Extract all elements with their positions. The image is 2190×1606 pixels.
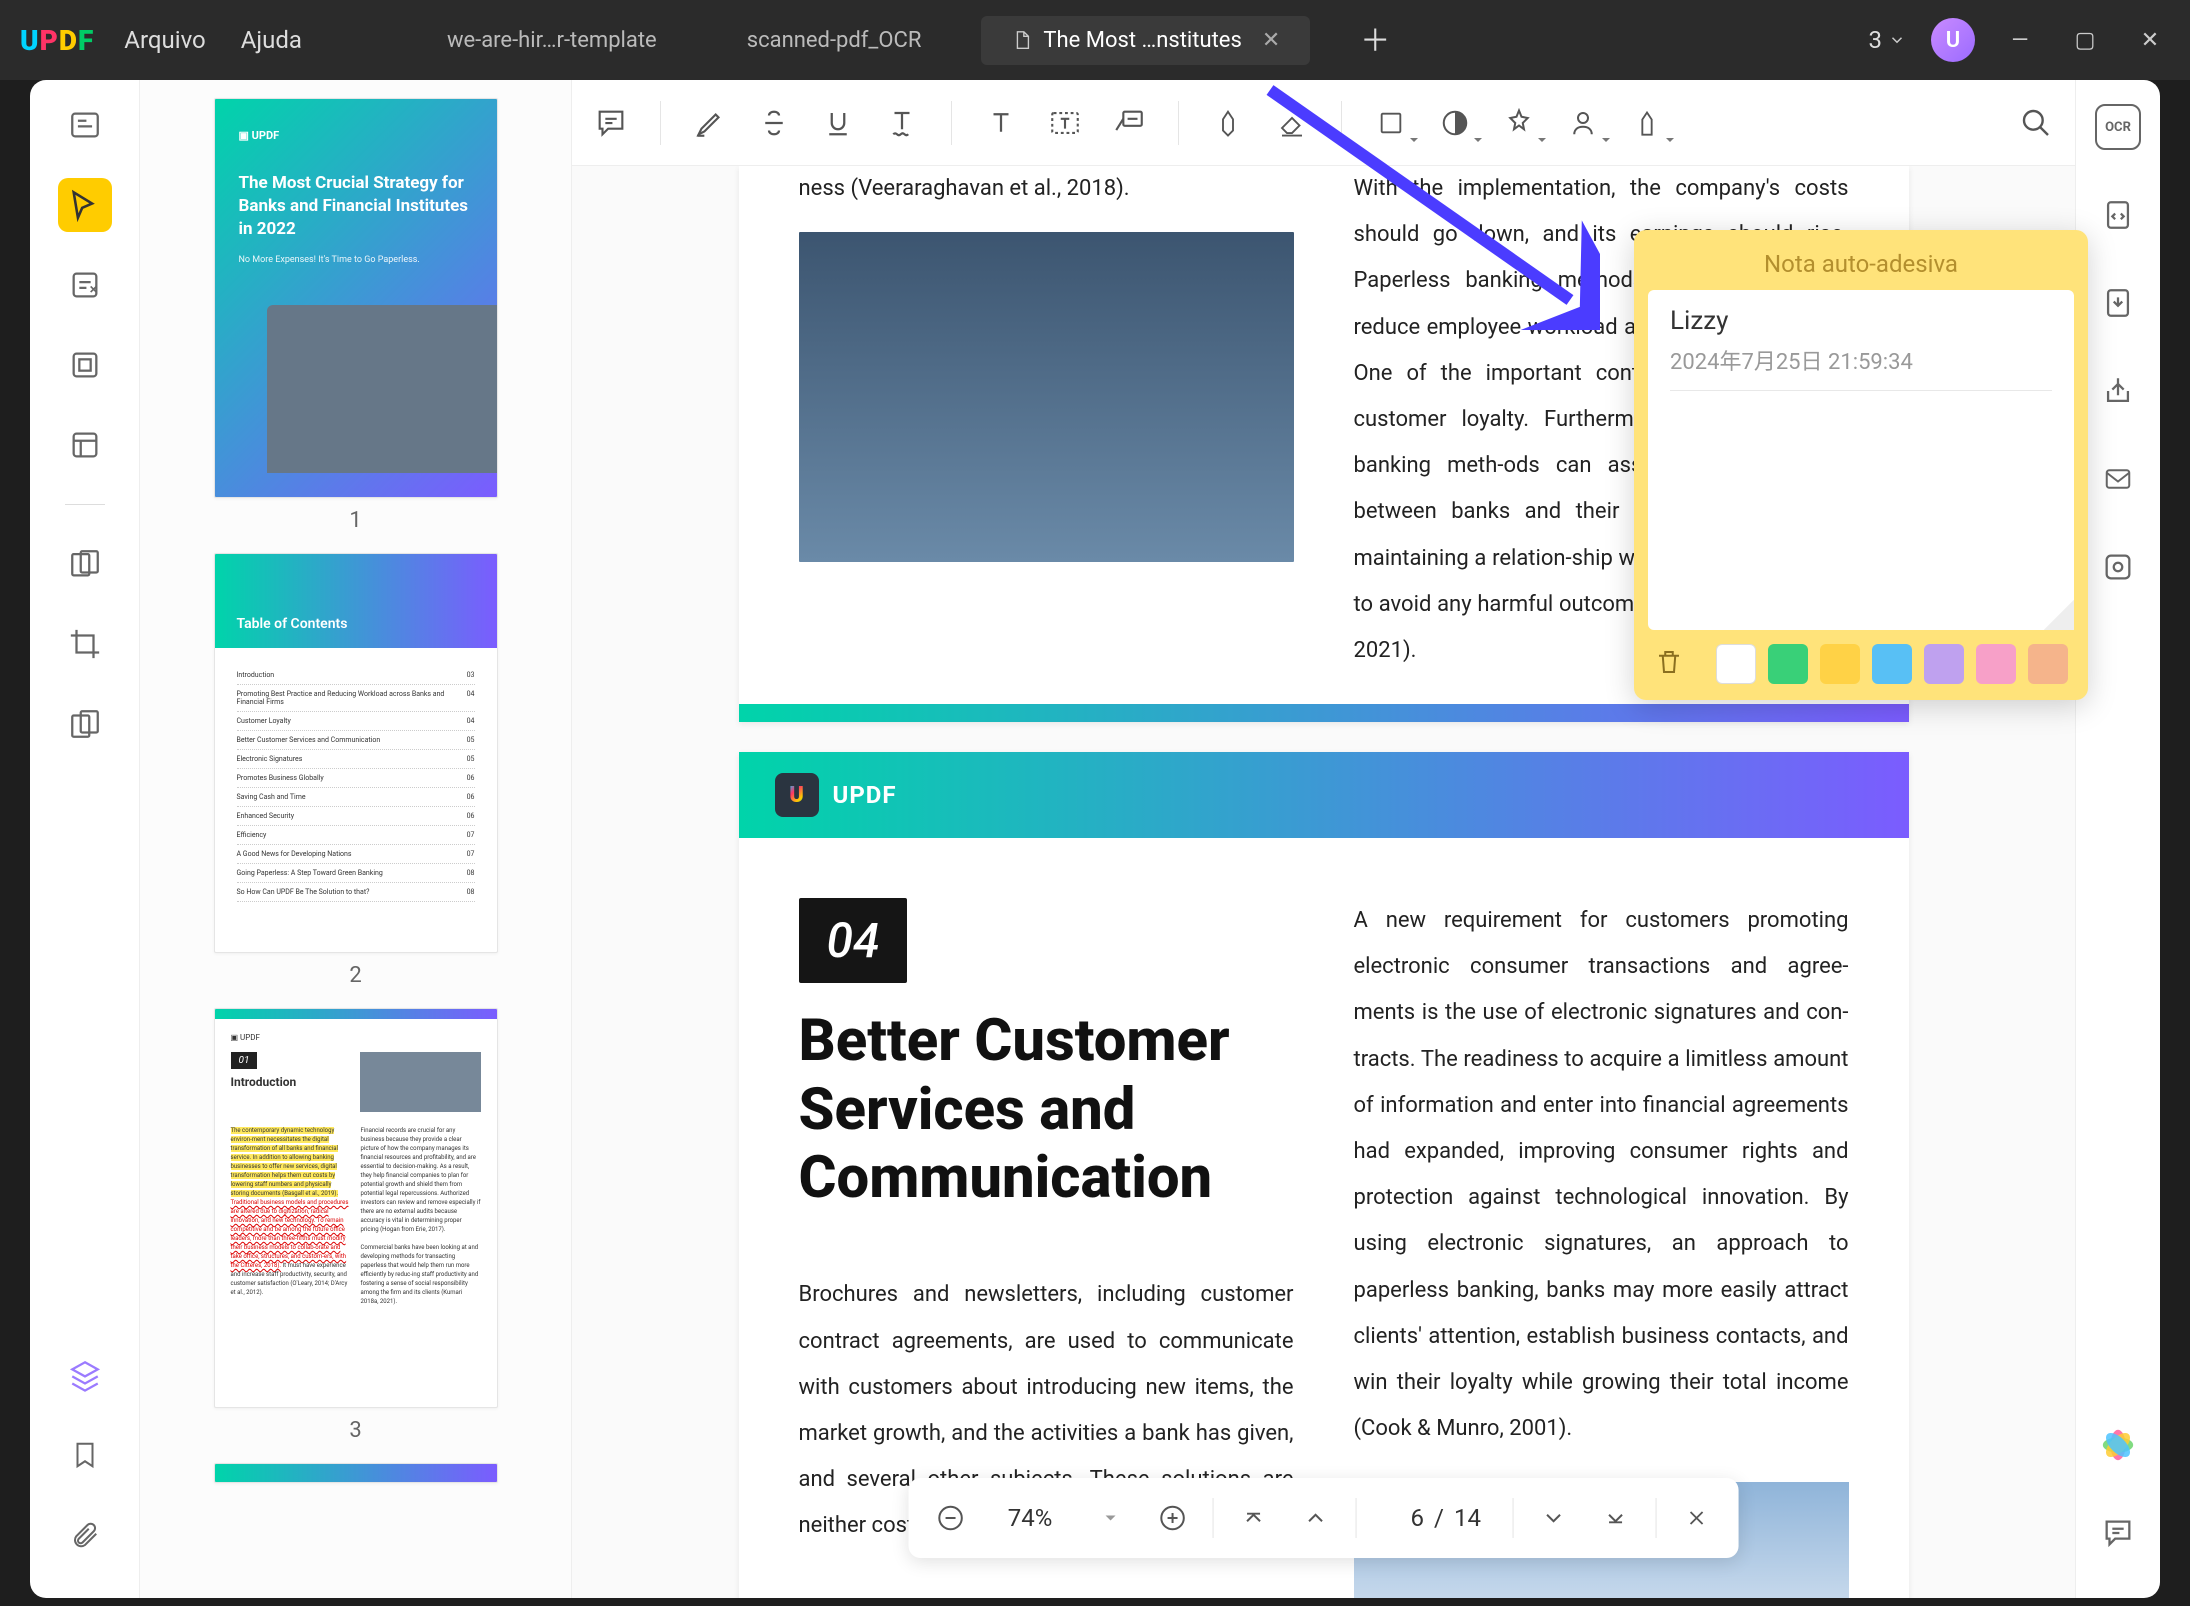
thumb-page-2[interactable]: Table of Contents Introduction03 Promoti…	[214, 553, 498, 953]
more-tool-icon[interactable]	[1618, 94, 1676, 152]
save-as-icon[interactable]	[2091, 276, 2145, 330]
note-tool-icon[interactable]	[582, 94, 640, 152]
sticky-date: 2024年7月25日 21:59:34	[1670, 344, 2052, 376]
color-swatch-blue[interactable]	[1872, 644, 1912, 684]
body-text: A new requirement for customers promotin…	[1354, 898, 1849, 1452]
zoom-dropdown-icon[interactable]	[1088, 1496, 1132, 1540]
textbox-tool-icon[interactable]	[1036, 94, 1094, 152]
last-page-button[interactable]	[1594, 1496, 1638, 1540]
document-icon	[1011, 29, 1033, 51]
ai-assistant-icon[interactable]	[2091, 1418, 2145, 1472]
convert-icon[interactable]	[2091, 188, 2145, 242]
color-swatch-pink[interactable]	[1976, 644, 2016, 684]
zoom-value: 74%	[990, 1504, 1070, 1532]
text-tool-icon[interactable]	[972, 94, 1030, 152]
section-heading: Better Customer Services and Communicati…	[799, 1007, 1294, 1212]
trash-icon[interactable]	[1654, 646, 1690, 682]
color-swatch-orange[interactable]	[2028, 644, 2068, 684]
sticker-tool-icon[interactable]	[1490, 94, 1548, 152]
window-controls: 3 U — ▢ ✕	[1869, 18, 2171, 62]
cover-title: The Most Crucial Strategy for Banks and …	[239, 172, 473, 241]
avatar[interactable]: U	[1931, 18, 1975, 62]
bookmark-icon[interactable]	[58, 1428, 112, 1482]
section-chip: 04	[799, 898, 908, 983]
titlebar: UPDF Arquivo Ajuda we-are-hir…r-template…	[0, 0, 2190, 80]
color-swatch-green[interactable]	[1768, 644, 1808, 684]
crop-icon[interactable]	[58, 617, 112, 671]
next-page-button[interactable]	[1532, 1496, 1576, 1540]
comment-tool-icon[interactable]	[58, 178, 112, 232]
protect-icon[interactable]	[2091, 540, 2145, 594]
left-rail	[30, 80, 140, 1598]
organize-icon[interactable]	[58, 537, 112, 591]
zoom-out-button[interactable]	[928, 1496, 972, 1540]
tabs: we-are-hir…r-template scanned-pdf_OCR Th…	[417, 16, 1869, 65]
menu-help[interactable]: Ajuda	[241, 26, 302, 54]
close-icon[interactable]: ✕	[1262, 28, 1280, 53]
email-icon[interactable]	[2091, 452, 2145, 506]
sticky-note[interactable]: Nota auto-adesiva Lizzy 2024年7月25日 21:59…	[1634, 230, 2088, 700]
edit-text-icon[interactable]	[58, 258, 112, 312]
page-navigation-bar: 74% 6 / 14	[908, 1478, 1739, 1558]
color-swatch-purple[interactable]	[1924, 644, 1964, 684]
thumb-page-4[interactable]	[214, 1463, 498, 1483]
thumb-number: 3	[349, 1418, 361, 1443]
page-image	[799, 232, 1294, 562]
stamp-tool-icon[interactable]	[1426, 94, 1484, 152]
compress-icon[interactable]	[58, 697, 112, 751]
reader-mode-icon[interactable]	[58, 98, 112, 152]
pdf-page: U UPDF 04 Better Customer Services and C…	[739, 752, 1909, 1598]
underline-tool-icon[interactable]	[809, 94, 867, 152]
thumb-number: 2	[349, 963, 361, 988]
thumb-page-3[interactable]: ▣ UPDF 01 Introduction The contemporary …	[214, 1008, 498, 1408]
tab-label: The Most …nstitutes	[1043, 28, 1241, 53]
callout-tool-icon[interactable]	[1100, 94, 1158, 152]
shape-tool-icon[interactable]	[1362, 94, 1420, 152]
body-text: ness (Veeraraghavan et al., 2018).	[799, 166, 1294, 212]
pencil-tool-icon[interactable]	[1199, 94, 1257, 152]
tab-3[interactable]: The Most …nstitutes ✕	[981, 16, 1310, 65]
maximize-button[interactable]: ▢	[2065, 28, 2105, 53]
new-tab-button[interactable]: ＋	[1360, 16, 1390, 65]
menu-file[interactable]: Arquivo	[124, 26, 205, 54]
tab-1[interactable]: we-are-hir…r-template	[417, 16, 687, 65]
minimize-button[interactable]: —	[2000, 28, 2040, 53]
tab-label: we-are-hir…r-template	[447, 28, 657, 53]
color-swatch-white[interactable]	[1716, 644, 1756, 684]
comment-list-icon[interactable]	[2091, 1506, 2145, 1560]
close-button[interactable]: ✕	[2130, 28, 2170, 53]
color-swatch-yellow[interactable]	[1820, 644, 1860, 684]
thumb-number: 1	[349, 508, 361, 533]
close-nav-button[interactable]	[1675, 1496, 1719, 1540]
tab-label: scanned-pdf_OCR	[747, 28, 922, 53]
attachment-icon[interactable]	[58, 1508, 112, 1562]
thumbnail-panel: ▣ UPDF The Most Crucial Strategy for Ban…	[140, 80, 572, 1598]
first-page-button[interactable]	[1231, 1496, 1275, 1540]
app-logo: UPDF	[20, 24, 94, 57]
signature-tool-icon[interactable]	[1554, 94, 1612, 152]
search-icon[interactable]	[2007, 94, 2065, 152]
tab-counter[interactable]: 3	[1869, 26, 1907, 54]
highlight-tool-icon[interactable]	[681, 94, 739, 152]
page-tool-icon[interactable]	[58, 338, 112, 392]
prev-page-button[interactable]	[1293, 1496, 1337, 1540]
thumb-page-1[interactable]: ▣ UPDF The Most Crucial Strategy for Ban…	[214, 98, 498, 498]
sticky-title: Nota auto-adesiva	[1648, 244, 2074, 290]
zoom-in-button[interactable]	[1150, 1496, 1194, 1540]
cover-subtitle: No More Expenses! It's Time to Go Paperl…	[239, 255, 473, 265]
share-icon[interactable]	[2091, 364, 2145, 418]
strikethrough-tool-icon[interactable]	[745, 94, 803, 152]
brand-text: UPDF	[833, 781, 897, 809]
tab-2[interactable]: scanned-pdf_OCR	[717, 16, 952, 65]
eraser-tool-icon[interactable]	[1263, 94, 1321, 152]
ocr-icon[interactable]: OCR	[2091, 100, 2145, 154]
squiggly-tool-icon[interactable]	[873, 94, 931, 152]
layers-icon[interactable]	[58, 1348, 112, 1402]
sticky-author: Lizzy	[1670, 306, 2052, 336]
form-tool-icon[interactable]	[58, 418, 112, 472]
toc-list: Introduction03 Promoting Best Practice a…	[215, 648, 497, 920]
annotation-toolbar	[572, 80, 2075, 166]
page-indicator[interactable]: 6 / 14	[1374, 1504, 1495, 1532]
